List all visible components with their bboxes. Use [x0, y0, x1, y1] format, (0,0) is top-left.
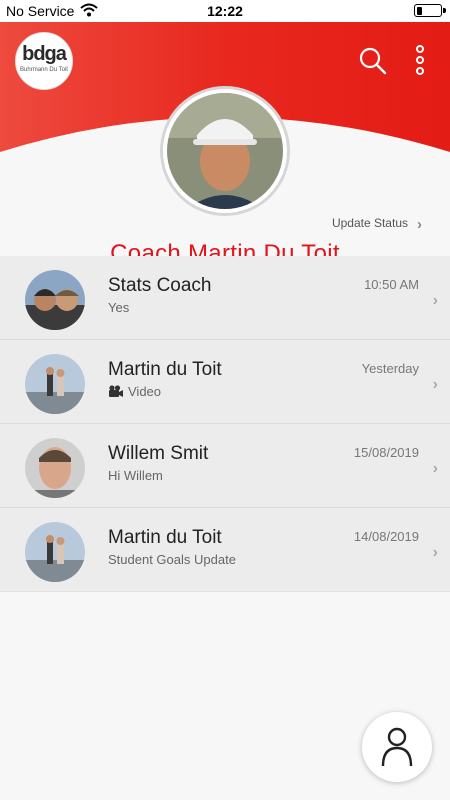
chat-timestamp: Yesterday: [361, 361, 419, 376]
chat-timestamp: 14/08/2019: [353, 529, 419, 544]
chat-row[interactable]: Martin du Toit Student Goals Update 14/0…: [0, 508, 450, 592]
chevron-right-icon: ›: [432, 460, 438, 477]
search-icon: [359, 47, 387, 75]
person-icon: [381, 727, 413, 767]
chat-row[interactable]: Willem Smit Hi Willem 15/08/2019 ›: [0, 424, 450, 508]
chat-name: Martin du Toit: [108, 527, 222, 548]
chat-list: Stats Coach Yes 10:50 AM › Martin du Toi…: [0, 256, 450, 592]
chevron-right-icon: ›: [432, 376, 438, 393]
chat-name: Willem Smit: [108, 443, 209, 464]
avatar: [25, 522, 85, 582]
profile-name: Coach Martin Du Toit: [110, 240, 340, 257]
contacts-fab-button[interactable]: [362, 712, 432, 782]
chat-timestamp: 10:50 AM: [364, 277, 419, 292]
chat-row[interactable]: Martin du Toit Video Yesterday ›: [0, 340, 450, 424]
chevron-right-icon: ›: [417, 216, 422, 233]
chat-last-message: Video: [108, 384, 161, 399]
chat-last-message: Student Goals Update: [108, 552, 236, 567]
profile-avatar[interactable]: [160, 86, 290, 216]
update-status-label: Update Status: [331, 216, 408, 230]
update-status-link[interactable]: Update Status ›: [331, 216, 422, 233]
profile-photo: [167, 93, 283, 209]
chat-name: Martin du Toit: [108, 359, 222, 380]
battery-icon: [414, 4, 446, 17]
clock: 12:22: [207, 3, 243, 19]
more-vert-icon: [416, 45, 424, 75]
chat-last-message: Hi Willem: [108, 468, 163, 483]
profile-header: bdga Buhrmann Du Toit Update Status › Co…: [0, 22, 450, 257]
status-bar: No Service 12:22: [0, 0, 450, 22]
avatar: [25, 354, 85, 414]
search-button[interactable]: [358, 46, 388, 76]
video-camera-icon: [109, 385, 123, 397]
logo-mark: bdga: [22, 43, 67, 65]
chevron-right-icon: ›: [432, 544, 438, 561]
chat-name: Stats Coach: [108, 275, 212, 296]
chat-last-message: Yes: [108, 300, 130, 315]
chat-row[interactable]: Stats Coach Yes 10:50 AM ›: [0, 256, 450, 340]
more-options-button[interactable]: [410, 44, 430, 76]
logo-subtitle: Buhrmann Du Toit: [20, 67, 68, 73]
avatar: [25, 270, 85, 330]
avatar: [25, 438, 85, 498]
chat-timestamp: 15/08/2019: [353, 445, 419, 460]
chevron-right-icon: ›: [432, 292, 438, 309]
academy-logo: bdga Buhrmann Du Toit: [15, 32, 73, 90]
chat-last-message-text: Video: [128, 384, 162, 399]
